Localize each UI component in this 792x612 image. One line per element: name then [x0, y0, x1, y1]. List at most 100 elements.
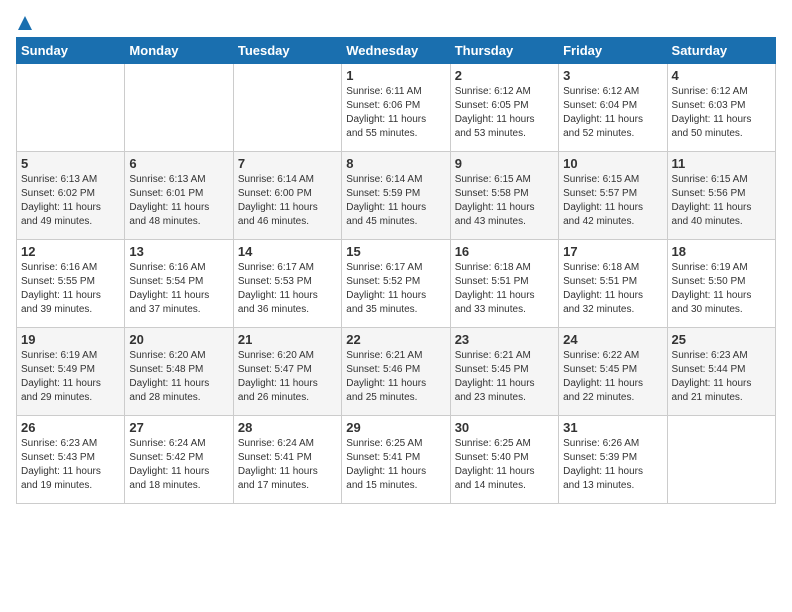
cell-info: Sunrise: 6:14 AM Sunset: 5:59 PM Dayligh… — [346, 173, 445, 229]
calendar-cell: 14 Sunrise: 6:17 AM Sunset: 5:53 PM Dayli… — [233, 240, 341, 328]
day-number: 9 — [455, 156, 554, 171]
cell-info: Sunrise: 6:25 AM Sunset: 5:41 PM Dayligh… — [346, 437, 445, 493]
calendar-cell: 12 Sunrise: 6:16 AM Sunset: 5:55 PM Dayli… — [17, 240, 125, 328]
cell-info: Sunrise: 6:23 AM Sunset: 5:44 PM Dayligh… — [672, 349, 771, 405]
calendar-cell: 18Sunrise: 6:19 AM Sunset: 5:50 PM Dayli… — [667, 240, 775, 328]
cell-info: Sunrise: 6:24 AM Sunset: 5:42 PM Dayligh… — [129, 437, 228, 493]
day-number: 14 — [238, 244, 337, 259]
day-number: 8 — [346, 156, 445, 171]
weekday-header-saturday: Saturday — [667, 38, 775, 64]
weekday-header-wednesday: Wednesday — [342, 38, 450, 64]
day-number: 12 — [21, 244, 120, 259]
calendar-cell: 13Sunrise: 6:16 AM Sunset: 5:54 PM Dayli… — [125, 240, 233, 328]
calendar-cell: 31 Sunrise: 6:26 AM Sunset: 5:39 PM Dayli… — [559, 416, 667, 504]
calendar-cell — [667, 416, 775, 504]
cell-info: Sunrise: 6:15 AM Sunset: 5:57 PM Dayligh… — [563, 173, 662, 229]
day-number: 20 — [129, 332, 228, 347]
day-number: 10 — [563, 156, 662, 171]
day-number: 3 — [563, 68, 662, 83]
cell-info: Sunrise: 6:16 AM Sunset: 5:55 PM Dayligh… — [21, 261, 120, 317]
weekday-header-row: SundayMondayTuesdayWednesdayThursdayFrid… — [17, 38, 776, 64]
day-number: 24 — [563, 332, 662, 347]
calendar-cell: 3 Sunrise: 6:12 AM Sunset: 6:04 PM Daylig… — [559, 64, 667, 152]
cell-info: Sunrise: 6:24 AM Sunset: 5:41 PM Dayligh… — [238, 437, 337, 493]
calendar-cell: 2 Sunrise: 6:12 AM Sunset: 6:05 PM Daylig… — [450, 64, 558, 152]
calendar-cell: 8 Sunrise: 6:14 AM Sunset: 5:59 PM Daylig… — [342, 152, 450, 240]
calendar-cell: 7Sunrise: 6:14 AM Sunset: 6:00 PM Daylig… — [233, 152, 341, 240]
cell-info: Sunrise: 6:11 AM Sunset: 6:06 PM Dayligh… — [346, 85, 445, 141]
cell-info: Sunrise: 6:19 AM Sunset: 5:50 PM Dayligh… — [672, 261, 771, 317]
weekday-header-friday: Friday — [559, 38, 667, 64]
calendar-cell: 30 Sunrise: 6:25 AM Sunset: 5:40 PM Dayli… — [450, 416, 558, 504]
cell-info: Sunrise: 6:21 AM Sunset: 5:45 PM Dayligh… — [455, 349, 554, 405]
logo-icon — [18, 16, 32, 35]
calendar-cell: 22 Sunrise: 6:21 AM Sunset: 5:46 PM Dayli… — [342, 328, 450, 416]
day-number: 5 — [21, 156, 120, 171]
week-row-2: 5 Sunrise: 6:13 AM Sunset: 6:02 PM Daylig… — [17, 152, 776, 240]
day-number: 25 — [672, 332, 771, 347]
calendar-cell — [233, 64, 341, 152]
calendar-cell: 11Sunrise: 6:15 AM Sunset: 5:56 PM Dayli… — [667, 152, 775, 240]
calendar-cell: 19 Sunrise: 6:19 AM Sunset: 5:49 PM Dayli… — [17, 328, 125, 416]
weekday-header-tuesday: Tuesday — [233, 38, 341, 64]
cell-info: Sunrise: 6:13 AM Sunset: 6:01 PM Dayligh… — [129, 173, 228, 229]
calendar-cell: 4 Sunrise: 6:12 AM Sunset: 6:03 PM Daylig… — [667, 64, 775, 152]
calendar-cell: 15Sunrise: 6:17 AM Sunset: 5:52 PM Dayli… — [342, 240, 450, 328]
day-number: 28 — [238, 420, 337, 435]
cell-info: Sunrise: 6:19 AM Sunset: 5:49 PM Dayligh… — [21, 349, 120, 405]
week-row-3: 12 Sunrise: 6:16 AM Sunset: 5:55 PM Dayli… — [17, 240, 776, 328]
cell-info: Sunrise: 6:13 AM Sunset: 6:02 PM Dayligh… — [21, 173, 120, 229]
cell-info: Sunrise: 6:21 AM Sunset: 5:46 PM Dayligh… — [346, 349, 445, 405]
day-number: 31 — [563, 420, 662, 435]
day-number: 27 — [129, 420, 228, 435]
weekday-header-sunday: Sunday — [17, 38, 125, 64]
calendar-cell: 29Sunrise: 6:25 AM Sunset: 5:41 PM Dayli… — [342, 416, 450, 504]
header — [16, 16, 776, 31]
calendar-cell: 9 Sunrise: 6:15 AM Sunset: 5:58 PM Daylig… — [450, 152, 558, 240]
day-number: 4 — [672, 68, 771, 83]
cell-info: Sunrise: 6:20 AM Sunset: 5:48 PM Dayligh… — [129, 349, 228, 405]
cell-info: Sunrise: 6:16 AM Sunset: 5:54 PM Dayligh… — [129, 261, 228, 317]
day-number: 1 — [346, 68, 445, 83]
calendar-cell: 23 Sunrise: 6:21 AM Sunset: 5:45 PM Dayli… — [450, 328, 558, 416]
day-number: 2 — [455, 68, 554, 83]
cell-info: Sunrise: 6:14 AM Sunset: 6:00 PM Dayligh… — [238, 173, 337, 229]
calendar-table: SundayMondayTuesdayWednesdayThursdayFrid… — [16, 37, 776, 504]
cell-info: Sunrise: 6:12 AM Sunset: 6:03 PM Dayligh… — [672, 85, 771, 141]
weekday-header-monday: Monday — [125, 38, 233, 64]
day-number: 30 — [455, 420, 554, 435]
cell-info: Sunrise: 6:17 AM Sunset: 5:53 PM Dayligh… — [238, 261, 337, 317]
calendar-cell — [17, 64, 125, 152]
cell-info: Sunrise: 6:12 AM Sunset: 6:04 PM Dayligh… — [563, 85, 662, 141]
calendar-cell: 20 Sunrise: 6:20 AM Sunset: 5:48 PM Dayli… — [125, 328, 233, 416]
calendar-cell: 10 Sunrise: 6:15 AM Sunset: 5:57 PM Dayli… — [559, 152, 667, 240]
calendar-cell: 25 Sunrise: 6:23 AM Sunset: 5:44 PM Dayli… — [667, 328, 775, 416]
calendar-cell: 26Sunrise: 6:23 AM Sunset: 5:43 PM Dayli… — [17, 416, 125, 504]
cell-info: Sunrise: 6:15 AM Sunset: 5:58 PM Dayligh… — [455, 173, 554, 229]
day-number: 6 — [129, 156, 228, 171]
day-number: 23 — [455, 332, 554, 347]
day-number: 19 — [21, 332, 120, 347]
calendar-cell: 27 Sunrise: 6:24 AM Sunset: 5:42 PM Dayli… — [125, 416, 233, 504]
calendar-cell: 17 Sunrise: 6:18 AM Sunset: 5:51 PM Dayli… — [559, 240, 667, 328]
calendar-cell: 21 Sunrise: 6:20 AM Sunset: 5:47 PM Dayli… — [233, 328, 341, 416]
calendar-cell — [125, 64, 233, 152]
cell-info: Sunrise: 6:18 AM Sunset: 5:51 PM Dayligh… — [563, 261, 662, 317]
day-number: 22 — [346, 332, 445, 347]
cell-info: Sunrise: 6:25 AM Sunset: 5:40 PM Dayligh… — [455, 437, 554, 493]
cell-info: Sunrise: 6:20 AM Sunset: 5:47 PM Dayligh… — [238, 349, 337, 405]
week-row-4: 19 Sunrise: 6:19 AM Sunset: 5:49 PM Dayli… — [17, 328, 776, 416]
calendar-cell: 5 Sunrise: 6:13 AM Sunset: 6:02 PM Daylig… — [17, 152, 125, 240]
cell-info: Sunrise: 6:12 AM Sunset: 6:05 PM Dayligh… — [455, 85, 554, 141]
day-number: 21 — [238, 332, 337, 347]
calendar-cell: 24 Sunrise: 6:22 AM Sunset: 5:45 PM Dayli… — [559, 328, 667, 416]
cell-info: Sunrise: 6:26 AM Sunset: 5:39 PM Dayligh… — [563, 437, 662, 493]
calendar-cell: 1 Sunrise: 6:11 AM Sunset: 6:06 PM Daylig… — [342, 64, 450, 152]
day-number: 26 — [21, 420, 120, 435]
calendar-cell: 28 Sunrise: 6:24 AM Sunset: 5:41 PM Dayli… — [233, 416, 341, 504]
calendar-cell: 6 Sunrise: 6:13 AM Sunset: 6:01 PM Daylig… — [125, 152, 233, 240]
cell-info: Sunrise: 6:22 AM Sunset: 5:45 PM Dayligh… — [563, 349, 662, 405]
week-row-5: 26Sunrise: 6:23 AM Sunset: 5:43 PM Dayli… — [17, 416, 776, 504]
day-number: 17 — [563, 244, 662, 259]
week-row-1: 1 Sunrise: 6:11 AM Sunset: 6:06 PM Daylig… — [17, 64, 776, 152]
